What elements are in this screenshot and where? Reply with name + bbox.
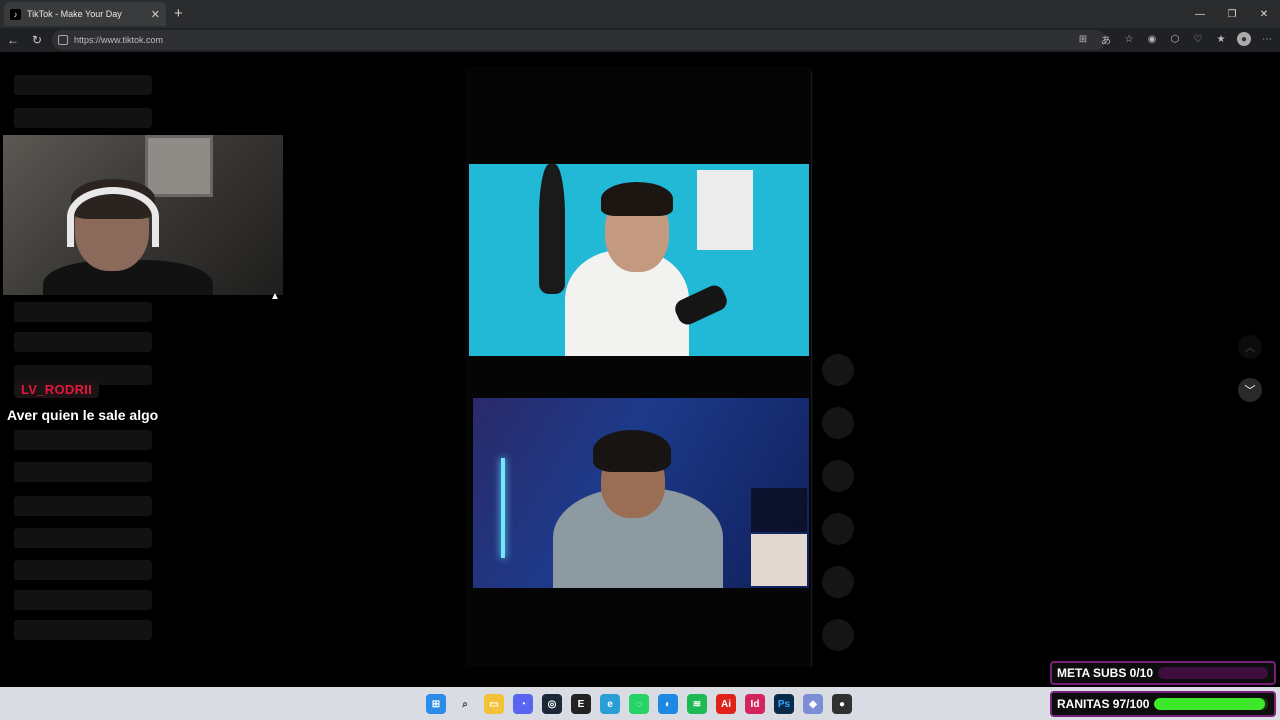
indesign-icon[interactable]: Id [745,694,765,714]
skeleton-nav-item [14,332,152,352]
skeleton-nav-item [14,528,152,548]
browser-essentials-icon[interactable]: ♡ [1191,32,1205,46]
restore-button[interactable]: ❐ [1216,0,1248,28]
skeleton-nav-item [14,302,152,322]
meta-subs-progress-bar [1158,667,1268,679]
steam-icon[interactable]: ◎ [542,694,562,714]
skeleton-nav-item [14,590,152,610]
video2-chat-overlay [751,488,807,532]
toolbar-icons: ⊞ あ ☆ ◉ ⬡ ♡ ★ ● ⋯ [1076,32,1274,47]
tiktok-page: ▲ LV_RODRII Aver quien le sale algo ︿ ﹀ [3,52,1277,687]
chevron-down-icon[interactable]: ﹀ [1238,378,1262,402]
tab-bar: ♪ TikTok - Make Your Day ✕ + — ❐ ✕ [0,0,1280,28]
skeleton-nav-item [14,620,152,640]
app-available-icon[interactable]: ⊞ [1076,32,1090,46]
site-info-icon[interactable] [58,35,68,45]
video-player-2[interactable] [473,398,809,588]
extensions-puzzle-icon[interactable]: ⬡ [1168,32,1182,46]
window-controls: — ❐ ✕ [1184,0,1280,28]
nav-bar: ← ↻ https://www.tiktok.com ⊞ あ ☆ ◉ ⬡ ♡ ★… [0,28,1280,52]
tab-title: TikTok - Make Your Day [27,9,122,19]
mouse-cursor-icon: ▲ [270,291,280,302]
chat-username: LV_RODRII [14,381,100,398]
wall-poster [697,170,753,250]
ranitas-goal: RANITAS 97/100 [1050,691,1276,717]
windows-start-icon[interactable]: ⊞ [426,694,446,714]
new-tab-button[interactable]: + [174,5,183,22]
more-action-button[interactable] [822,566,854,598]
video2-photo-overlay [751,534,807,586]
address-bar[interactable]: https://www.tiktok.com [52,30,1106,50]
spotify-icon[interactable]: ≋ [687,694,707,714]
browser-chrome: ♪ TikTok - Make Your Day ✕ + — ❐ ✕ ← ↻ h… [0,0,1280,52]
edge-icon[interactable]: e [600,694,620,714]
sound-button[interactable] [822,619,854,651]
skeleton-nav-item [14,108,152,128]
close-tab-icon[interactable]: ✕ [151,8,160,21]
skeleton-nav-item [14,75,152,95]
ranitas-progress-bar [1154,698,1268,710]
headset-icon [67,187,159,247]
ranitas-progress-fill [1154,698,1265,710]
comment-button[interactable] [822,407,854,439]
webcam-window-bg [145,135,213,197]
epic-games-icon[interactable]: E [571,694,591,714]
skeleton-nav-item [14,560,152,580]
ranitas-label: RANITAS 97/100 [1057,697,1150,711]
save-button[interactable] [822,460,854,492]
illustrator-icon[interactable]: Ai [716,694,736,714]
obs-icon[interactable]: ● [832,694,852,714]
skeleton-nav-item [14,430,152,450]
video2-person-hair [593,430,671,472]
favorites-icon[interactable]: ★ [1214,32,1228,46]
chevron-up-icon[interactable]: ︿ [1238,335,1262,359]
tiktok-icon: ♪ [10,8,21,20]
streamer-webcam [3,135,283,295]
like-button[interactable] [822,354,854,386]
more-menu-icon[interactable]: ⋯ [1260,32,1274,46]
feed-divider [811,72,812,667]
favorite-star-icon[interactable]: ☆ [1122,32,1136,46]
app-icon[interactable]: ◐ [658,694,678,714]
photoshop-icon[interactable]: Ps [774,694,794,714]
profile-avatar-icon[interactable]: ● [1237,32,1251,46]
chat-message: Aver quien le sale algo [7,407,159,423]
url-text: https://www.tiktok.com [74,35,164,45]
tab-tiktok[interactable]: ♪ TikTok - Make Your Day ✕ [4,2,166,26]
translate-icon[interactable]: あ [1099,32,1113,47]
guitar-shape [539,164,565,294]
discord-icon[interactable]: ◔ [513,694,533,714]
back-button[interactable]: ← [2,33,24,47]
extension-icon[interactable]: ◉ [1145,32,1159,46]
file-explorer-icon[interactable]: ▭ [484,694,504,714]
video1-person-hair [601,182,673,216]
neon-light [501,458,505,558]
video-player-1[interactable] [469,164,809,356]
skeleton-nav-item [14,496,152,516]
minimize-button[interactable]: — [1184,0,1216,28]
whatsapp-icon[interactable]: ◌ [629,694,649,714]
meta-subs-goal: META SUBS 0/10 [1050,661,1276,685]
search-icon[interactable]: ⌕ [455,694,475,714]
skeleton-nav-item [14,462,152,482]
share-button[interactable] [822,513,854,545]
close-window-button[interactable]: ✕ [1248,0,1280,28]
meta-subs-label: META SUBS 0/10 [1057,666,1154,680]
refresh-button[interactable]: ↻ [26,33,48,47]
app-icon-2[interactable]: ◆ [803,694,823,714]
